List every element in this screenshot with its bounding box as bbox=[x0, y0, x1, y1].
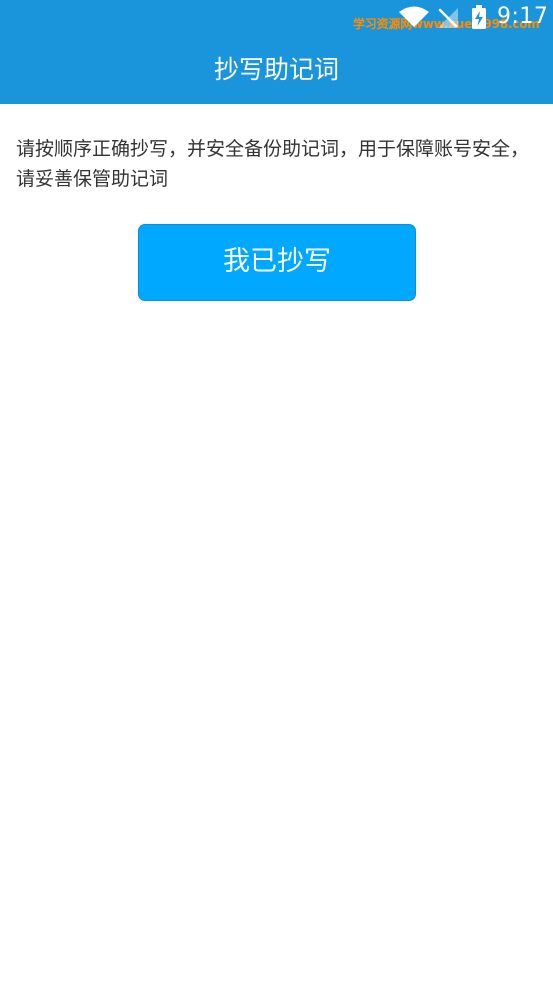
app-header: 学习资源网www.xuexi998.com 9:17 抄写助记词 bbox=[0, 0, 553, 104]
confirm-copied-button[interactable]: 我已抄写 bbox=[138, 224, 416, 301]
page-title: 抄写助记词 bbox=[213, 55, 339, 84]
battery-charging-icon bbox=[472, 5, 486, 29]
status-clock: 9:17 bbox=[497, 4, 549, 29]
no-sim-signal-icon bbox=[438, 8, 458, 28]
status-bar: 学习资源网www.xuexi998.com 9:17 bbox=[0, 0, 553, 36]
screen: 学习资源网www.xuexi998.com 9:17 抄写助记词 请按顺序正确抄… bbox=[0, 0, 553, 983]
instruction-text: 请按顺序正确抄写，并安全备份助记词，用于保障账号安全， 请妥善保管助记词 bbox=[16, 138, 530, 190]
wifi-icon bbox=[399, 6, 429, 27]
